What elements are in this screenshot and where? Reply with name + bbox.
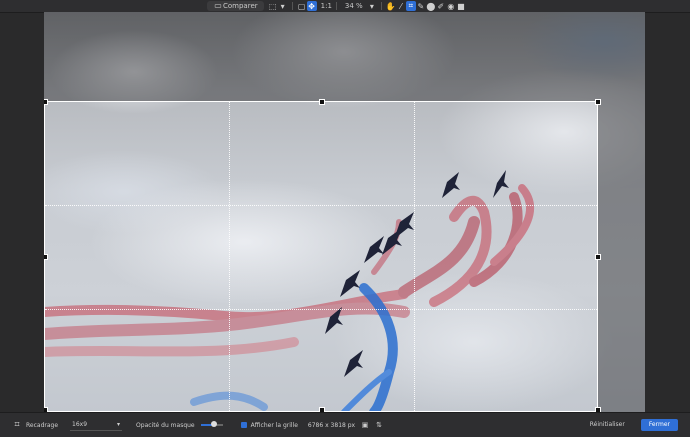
crop-icon: ⌗ bbox=[14, 420, 20, 430]
crop-handle-top-left[interactable] bbox=[44, 99, 48, 105]
show-grid-checkbox[interactable] bbox=[240, 422, 247, 428]
grid-line bbox=[45, 205, 597, 206]
swap-icon[interactable]: ⇅ bbox=[375, 421, 383, 429]
mask-opacity-label: Opacité du masque bbox=[136, 421, 195, 429]
close-button[interactable]: Fermer bbox=[640, 419, 678, 431]
view-tools: ⬚ ▾ ▢ ✥ 1:1 34 % ▾ ✋ ⁄ ⌗ ✎ ⬤ ✐ ◉ ■ bbox=[268, 1, 466, 11]
crop-frame[interactable] bbox=[44, 99, 601, 412]
show-grid-label[interactable]: Afficher la grille bbox=[251, 422, 298, 429]
zoom-ratio[interactable]: 1:1 bbox=[321, 1, 332, 11]
eye-icon[interactable]: ◉ bbox=[446, 1, 456, 11]
pen-icon[interactable]: ✐ bbox=[436, 1, 446, 11]
dropdown-caret-icon[interactable]: ▾ bbox=[278, 1, 288, 11]
crop-mask-right bbox=[598, 101, 645, 412]
folder-icon[interactable]: ▢ bbox=[297, 1, 307, 11]
grid-line bbox=[45, 309, 597, 310]
separator bbox=[335, 2, 337, 10]
hand-icon[interactable]: ✋ bbox=[386, 1, 396, 11]
image-size-readout: 6786 x 3818 px bbox=[307, 421, 356, 429]
chevron-down-icon: ▾ bbox=[117, 421, 121, 428]
brush-icon[interactable]: ⁄ bbox=[396, 1, 406, 11]
paint-brush-icon[interactable]: ✎ bbox=[416, 1, 426, 11]
crop-handle-right[interactable] bbox=[595, 254, 601, 260]
grid-line bbox=[229, 102, 230, 411]
crop-handle-top-right[interactable] bbox=[595, 99, 601, 105]
compare-label: Comparer bbox=[223, 2, 258, 10]
stamp-icon[interactable]: ⬤ bbox=[426, 1, 436, 11]
aspect-ratio-value: 16x9 bbox=[72, 421, 88, 428]
crop-mask-top bbox=[44, 12, 645, 101]
crop-icon[interactable]: ⌗ bbox=[405, 1, 416, 11]
compare-button[interactable]: ▭ Comparer bbox=[207, 1, 264, 11]
crop-handle-left[interactable] bbox=[44, 254, 48, 260]
photo-canvas[interactable] bbox=[44, 12, 645, 412]
mask-opacity-slider[interactable] bbox=[200, 421, 223, 427]
reset-button[interactable]: Réinitialiser bbox=[584, 419, 631, 431]
compare-icon: ▭ bbox=[214, 1, 222, 10]
grid-line bbox=[414, 102, 415, 411]
square-icon[interactable]: ■ bbox=[456, 1, 466, 11]
separator bbox=[291, 2, 293, 10]
zoom-dropdown-icon[interactable]: ▾ bbox=[367, 1, 377, 11]
aspect-ratio-select[interactable]: 16x9 ▾ bbox=[70, 420, 123, 431]
square-frame-icon[interactable]: ⬚ bbox=[268, 1, 278, 11]
separator bbox=[380, 2, 382, 10]
move-icon[interactable]: ✥ bbox=[306, 1, 317, 11]
slider-knob[interactable] bbox=[210, 421, 217, 427]
lock-icon[interactable]: ▣ bbox=[361, 421, 369, 429]
crop-handle-top[interactable] bbox=[319, 99, 325, 105]
crop-label: Recadrage bbox=[26, 421, 59, 429]
zoom-value[interactable]: 34 % bbox=[345, 1, 367, 11]
crop-bottom-bar: ⌗ Recadrage 16x9 ▾ Opacité du masque Aff… bbox=[0, 412, 690, 437]
